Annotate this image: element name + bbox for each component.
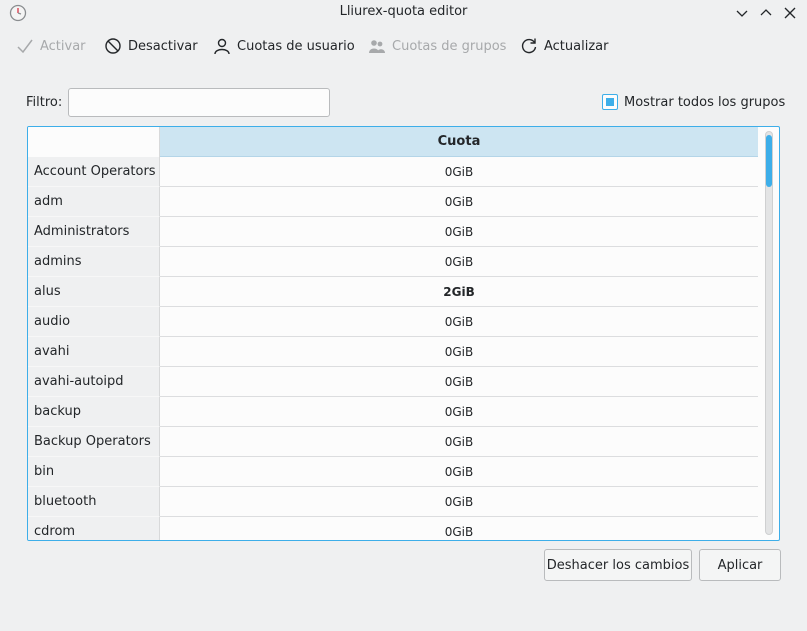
show-all-groups-toggle[interactable]: Mostrar todos los grupos	[602, 94, 785, 110]
row-header[interactable]: avahi-autoipd	[28, 367, 160, 397]
quota-cell[interactable]: 0GiB	[160, 517, 758, 540]
quota-cell[interactable]: 0GiB	[160, 217, 758, 247]
user-quotas-button[interactable]: Cuotas de usuario	[213, 34, 355, 58]
title-bar: Lliurex-quota editor	[0, 0, 807, 26]
table-row[interactable]: Administrators 0GiB	[28, 217, 758, 247]
quota-cell[interactable]: 0GiB	[160, 307, 758, 337]
quota-cell[interactable]: 0GiB	[160, 367, 758, 397]
quota-cell[interactable]: 2GiB	[160, 277, 758, 307]
no-entry-icon	[105, 38, 121, 54]
apply-button[interactable]: Aplicar	[699, 549, 781, 581]
undo-changes-button[interactable]: Deshacer los cambios	[544, 549, 692, 581]
activate-button[interactable]: Activar	[16, 34, 86, 58]
user-icon	[214, 38, 230, 55]
row-header[interactable]: bin	[28, 457, 160, 487]
quota-cell[interactable]: 0GiB	[160, 427, 758, 457]
table-row[interactable]: avahi-autoipd 0GiB	[28, 367, 758, 397]
check-icon	[17, 39, 33, 54]
table-row[interactable]: bluetooth 0GiB	[28, 487, 758, 517]
window-title: Lliurex-quota editor	[339, 4, 468, 19]
show-all-groups-label: Mostrar todos los grupos	[624, 94, 786, 110]
table-rows: Account Operators 0GiB adm 0GiB Administ…	[28, 157, 758, 540]
quota-table[interactable]: Cuota Account Operators 0GiB adm 0GiB Ad…	[27, 126, 780, 541]
table-corner	[28, 127, 160, 157]
quota-cell[interactable]: 0GiB	[160, 337, 758, 367]
filter-input[interactable]	[68, 88, 330, 117]
deactivate-button[interactable]: Desactivar	[104, 34, 198, 58]
refresh-icon	[521, 38, 537, 54]
activate-label: Activar	[40, 38, 86, 54]
filter-label: Filtro:	[26, 95, 63, 110]
toolbar: Activar Desactivar Cuotas de usuario Cuo…	[0, 30, 807, 62]
group-quotas-label: Cuotas de grupos	[392, 38, 507, 54]
row-header[interactable]: adm	[28, 187, 160, 217]
table-row[interactable]: alus 2GiB	[28, 277, 758, 307]
row-header[interactable]: backup	[28, 397, 160, 427]
row-header[interactable]: avahi	[28, 337, 160, 367]
group-icon	[369, 40, 385, 53]
row-header[interactable]: bluetooth	[28, 487, 160, 517]
vertical-scrollbar[interactable]	[765, 131, 773, 535]
table-row[interactable]: cdrom 0GiB	[28, 517, 758, 540]
table-row[interactable]: Account Operators 0GiB	[28, 157, 758, 187]
checkbox-checked-indicator	[606, 98, 614, 106]
quota-cell[interactable]: 0GiB	[160, 457, 758, 487]
maximize-icon[interactable]	[757, 4, 775, 22]
user-quotas-label: Cuotas de usuario	[237, 38, 355, 54]
row-header[interactable]: Backup Operators	[28, 427, 160, 457]
row-header[interactable]: Administrators	[28, 217, 160, 247]
quota-cell[interactable]: 0GiB	[160, 187, 758, 217]
deactivate-label: Desactivar	[128, 38, 198, 54]
row-header[interactable]: cdrom	[28, 517, 160, 540]
quota-cell[interactable]: 0GiB	[160, 487, 758, 517]
refresh-button[interactable]: Actualizar	[520, 34, 608, 58]
row-header[interactable]: audio	[28, 307, 160, 337]
table-row[interactable]: avahi 0GiB	[28, 337, 758, 367]
table-row[interactable]: audio 0GiB	[28, 307, 758, 337]
table-row[interactable]: admins 0GiB	[28, 247, 758, 277]
row-header[interactable]: admins	[28, 247, 160, 277]
table-row[interactable]: bin 0GiB	[28, 457, 758, 487]
row-header[interactable]: Account Operators	[28, 157, 160, 187]
table-row[interactable]: backup 0GiB	[28, 397, 758, 427]
quota-cell[interactable]: 0GiB	[160, 247, 758, 277]
quota-cell[interactable]: 0GiB	[160, 157, 758, 187]
row-header[interactable]: alus	[28, 277, 160, 307]
table-row[interactable]: Backup Operators 0GiB	[28, 427, 758, 457]
column-header-quota[interactable]: Cuota	[160, 127, 758, 157]
close-icon[interactable]	[781, 4, 799, 22]
quota-cell[interactable]: 0GiB	[160, 397, 758, 427]
scrollbar-thumb[interactable]	[766, 135, 772, 187]
refresh-label: Actualizar	[544, 38, 609, 54]
table-row[interactable]: adm 0GiB	[28, 187, 758, 217]
show-all-groups-checkbox[interactable]	[602, 94, 618, 110]
group-quotas-button[interactable]: Cuotas de grupos	[368, 34, 506, 58]
minimize-icon[interactable]	[733, 4, 751, 22]
